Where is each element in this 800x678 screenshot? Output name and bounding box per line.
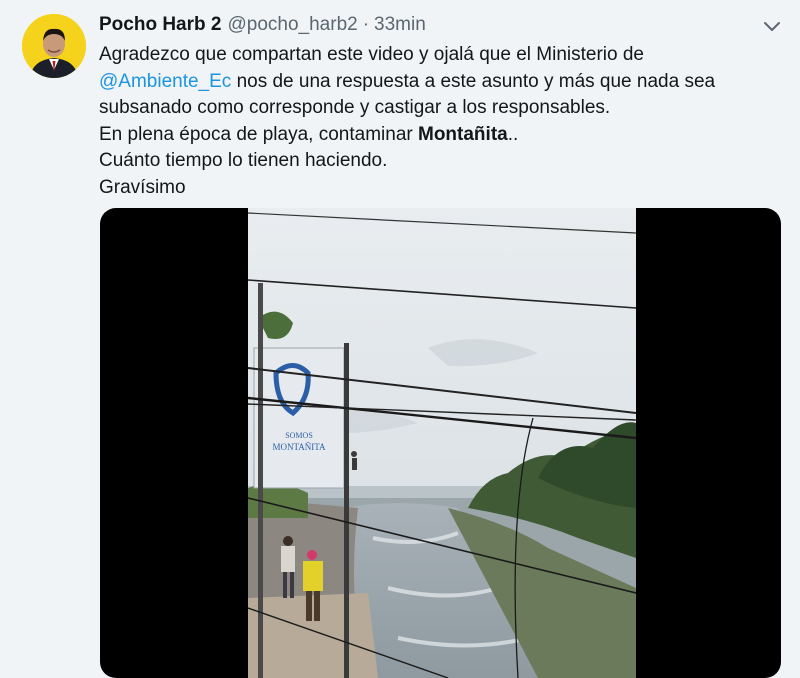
video-player[interactable]: SOMOS MONTAÑITA — [100, 208, 781, 678]
tweet-line-2: @Ambiente_Ec nos de una respuesta a este… — [99, 69, 789, 96]
tweet-header: Pocho Harb 2 @pocho_harb2 · 33min — [99, 14, 426, 38]
text-fragment: .. — [507, 123, 519, 145]
video-frame: SOMOS MONTAÑITA — [248, 208, 636, 678]
tweet-line-3: subsanado como corresponde y castigar a … — [99, 95, 789, 122]
text-fragment: Cuánto tiempo lo tienen haciendo. — [99, 150, 388, 171]
avatar-photo — [22, 14, 86, 78]
tweet-line-4: En plena época de playa, contaminar Mont… — [99, 122, 789, 149]
banner-brand-bottom: MONTAÑITA — [272, 442, 326, 452]
text-fragment: En plena época de playa, contaminar — [99, 123, 418, 145]
text-fragment: Gravísimo — [99, 176, 186, 198]
chevron-down-icon[interactable] — [758, 12, 786, 40]
text-fragment: subsanado como corresponde y castigar a … — [99, 97, 611, 118]
text-fragment: nos de una respuesta a este asunto y más… — [231, 70, 716, 92]
banner-brand-top: SOMOS — [285, 431, 313, 440]
tweet-line-1: Agradezco que compartan este video y oja… — [99, 42, 789, 69]
user-handle[interactable]: @pocho_harb2 — [227, 14, 357, 36]
bold-text: Montañita — [418, 123, 508, 145]
avatar[interactable] — [22, 14, 86, 78]
text-fragment: Agradezco que compartan este video y oja… — [99, 44, 644, 65]
tweet-line-5: Cuánto tiempo lo tienen haciendo. — [99, 148, 789, 175]
timestamp[interactable]: 33min — [374, 14, 426, 36]
separator-dot: · — [362, 14, 370, 35]
tweet: Pocho Harb 2 @pocho_harb2 · 33min Agrade… — [0, 0, 800, 678]
mention-link[interactable]: @Ambiente_Ec — [99, 71, 231, 92]
tweet-text: Agradezco que compartan este video y oja… — [99, 42, 789, 201]
display-name[interactable]: Pocho Harb 2 — [99, 14, 221, 36]
tweet-line-6: Gravísimo — [99, 175, 789, 202]
